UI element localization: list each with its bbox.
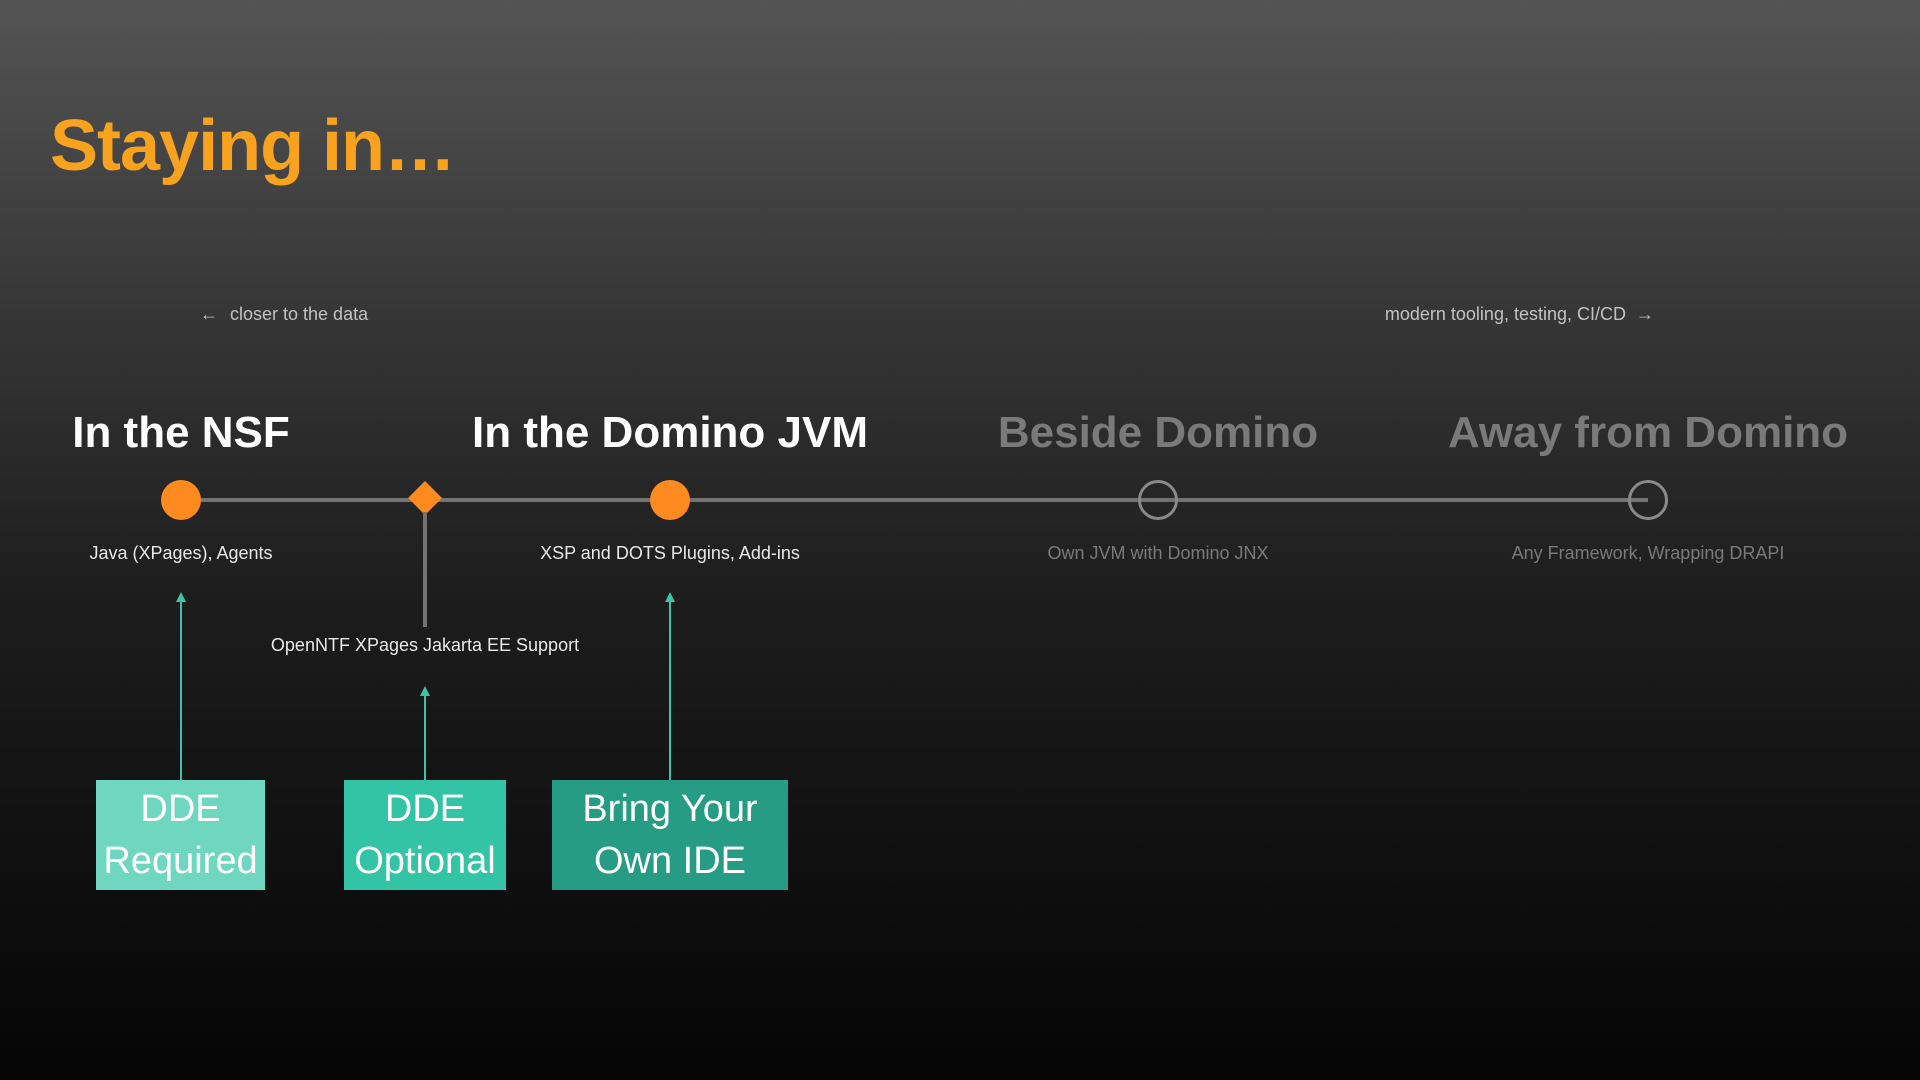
box-dde-required-line1: DDE bbox=[140, 788, 221, 830]
box-dde-optional: DDE Optional bbox=[344, 780, 506, 890]
timeline-node-away-from-domino bbox=[1628, 480, 1668, 520]
arrow-line-dde-required bbox=[180, 602, 182, 780]
stage-subtitle-away-from-domino: Any Framework, Wrapping DRAPI bbox=[1511, 543, 1785, 563]
direction-right: modern tooling, testing, CI/CD → bbox=[1385, 304, 1654, 325]
direction-right-label: modern tooling, testing, CI/CD bbox=[1384, 304, 1626, 324]
box-own-ide-line2: Own IDE bbox=[593, 840, 747, 882]
arrow-up-icon bbox=[420, 686, 430, 696]
box-dde-required: DDE Required bbox=[96, 780, 265, 890]
box-dde-optional-line1: DDE bbox=[384, 788, 466, 830]
timeline-node-beside-domino bbox=[1138, 480, 1178, 520]
arrow-left-icon: ← bbox=[200, 304, 218, 324]
arrow-right-icon: → bbox=[1636, 304, 1654, 324]
stage-subtitle-beside-domino: Own JVM with Domino JNX bbox=[1047, 543, 1269, 563]
stage-title-away-from-domino: Away from Domino bbox=[1447, 408, 1849, 457]
box-dde-optional-line2: Optional bbox=[354, 840, 496, 882]
direction-left: ← closer to the data bbox=[200, 304, 368, 325]
arrow-up-icon bbox=[176, 592, 186, 602]
marker-stem bbox=[423, 512, 427, 627]
timeline-marker-diamond bbox=[408, 481, 442, 515]
stage-title-nsf: In the NSF bbox=[72, 408, 290, 457]
stage-subtitle-domino-jvm: XSP and DOTS Plugins, Add-ins bbox=[540, 543, 800, 563]
stage-subtitle-nsf: Java (XPages), Agents bbox=[89, 543, 273, 563]
arrow-line-dde-optional bbox=[424, 696, 426, 780]
stage-title-domino-jvm: In the Domino JVM bbox=[472, 408, 868, 457]
direction-left-label: closer to the data bbox=[230, 304, 369, 324]
marker-label: OpenNTF XPages Jakarta EE Support bbox=[270, 635, 580, 655]
arrow-up-icon bbox=[665, 592, 675, 602]
box-own-ide: Bring Your Own IDE bbox=[552, 780, 788, 890]
stage-title-beside-domino: Beside Domino bbox=[997, 408, 1319, 457]
timeline-node-domino-jvm bbox=[650, 480, 690, 520]
box-own-ide-line1: Bring Your bbox=[582, 788, 758, 830]
arrow-line-own-ide bbox=[669, 602, 671, 780]
page-title: Staying in… bbox=[50, 106, 456, 186]
timeline-line bbox=[180, 498, 1648, 502]
timeline-node-nsf bbox=[161, 480, 201, 520]
box-dde-required-line2: Required bbox=[103, 840, 258, 882]
